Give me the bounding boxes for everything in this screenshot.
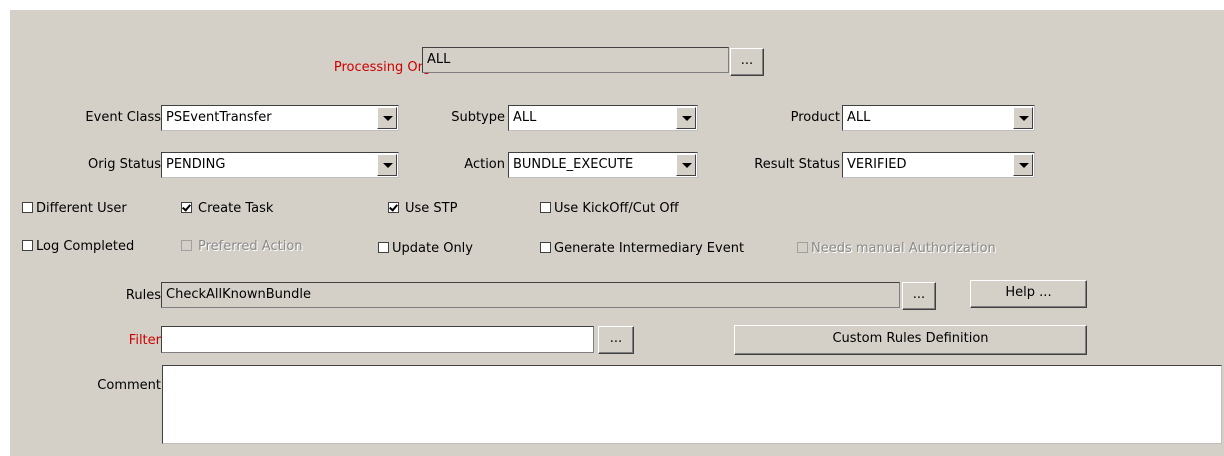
checkbox-icon bbox=[540, 202, 551, 213]
rules-lookup-button[interactable]: ... bbox=[902, 282, 936, 310]
product-label: Product bbox=[790, 110, 840, 125]
checkbox-icon bbox=[22, 240, 33, 251]
checkmark-icon bbox=[181, 202, 192, 213]
chevron-down-icon[interactable] bbox=[676, 154, 696, 176]
create-task-checkbox[interactable]: Create Task bbox=[181, 201, 273, 217]
event-config-panel: Processing Org ALL ... Event Class PSEve… bbox=[10, 10, 1224, 456]
orig-status-value: PENDING bbox=[166, 157, 226, 172]
product-value: ALL bbox=[847, 110, 871, 125]
event-class-label: Event Class bbox=[85, 110, 161, 125]
checkmark-icon bbox=[388, 202, 399, 213]
chevron-down-icon[interactable] bbox=[676, 107, 696, 129]
checkbox-icon bbox=[378, 242, 389, 253]
generate-intermediary-checkbox[interactable]: Generate Intermediary Event bbox=[540, 241, 744, 257]
orig-status-select[interactable]: PENDING bbox=[161, 152, 399, 178]
filter-label: Filter bbox=[128, 333, 161, 348]
comment-label: Comment bbox=[97, 378, 161, 393]
different-user-checkbox[interactable]: Different User bbox=[22, 201, 127, 217]
checkbox-icon bbox=[22, 202, 33, 213]
result-status-value: VERIFIED bbox=[847, 157, 907, 172]
chevron-down-icon[interactable] bbox=[1013, 154, 1033, 176]
chevron-down-icon[interactable] bbox=[377, 154, 397, 176]
chevron-down-icon[interactable] bbox=[377, 107, 397, 129]
comment-textarea[interactable] bbox=[162, 365, 1222, 444]
result-status-select[interactable]: VERIFIED bbox=[842, 152, 1035, 178]
event-class-value: PSEventTransfer bbox=[166, 110, 272, 125]
checkbox-icon bbox=[181, 240, 192, 251]
log-completed-checkbox[interactable]: Log Completed bbox=[22, 239, 134, 255]
event-class-select[interactable]: PSEventTransfer bbox=[161, 105, 399, 131]
filter-lookup-button[interactable]: ... bbox=[598, 326, 634, 354]
rules-label: Rules bbox=[125, 288, 161, 303]
custom-rules-definition-button[interactable]: Custom Rules Definition bbox=[734, 325, 1087, 355]
subtype-label: Subtype bbox=[451, 110, 505, 125]
use-kickoff-checkbox[interactable]: Use KickOff/Cut Off bbox=[540, 201, 679, 217]
product-select[interactable]: ALL bbox=[842, 105, 1035, 131]
filter-input[interactable] bbox=[161, 326, 594, 353]
update-only-checkbox[interactable]: Update Only bbox=[378, 241, 473, 257]
processing-org-field[interactable]: ALL bbox=[422, 47, 729, 73]
help-button[interactable]: Help ... bbox=[970, 280, 1087, 308]
orig-status-label: Orig Status bbox=[88, 157, 161, 172]
chevron-down-icon[interactable] bbox=[1013, 107, 1033, 129]
subtype-select[interactable]: ALL bbox=[508, 105, 698, 131]
checkbox-icon bbox=[797, 242, 808, 253]
action-value: BUNDLE_EXECUTE bbox=[513, 157, 634, 172]
checkbox-icon bbox=[540, 242, 551, 253]
processing-org-lookup-button[interactable]: ... bbox=[730, 48, 764, 76]
action-select[interactable]: BUNDLE_EXECUTE bbox=[508, 152, 698, 178]
subtype-value: ALL bbox=[513, 110, 537, 125]
rules-field[interactable]: CheckAllKnownBundle bbox=[161, 282, 900, 308]
use-stp-checkbox[interactable]: Use STP bbox=[388, 201, 457, 217]
preferred-action-checkbox: Preferred Action bbox=[181, 239, 303, 255]
action-label: Action bbox=[464, 157, 505, 172]
result-status-label: Result Status bbox=[754, 157, 840, 172]
needs-manual-auth-checkbox: Needs manual Authorization bbox=[797, 241, 996, 257]
processing-org-label: Processing Org bbox=[333, 60, 431, 75]
